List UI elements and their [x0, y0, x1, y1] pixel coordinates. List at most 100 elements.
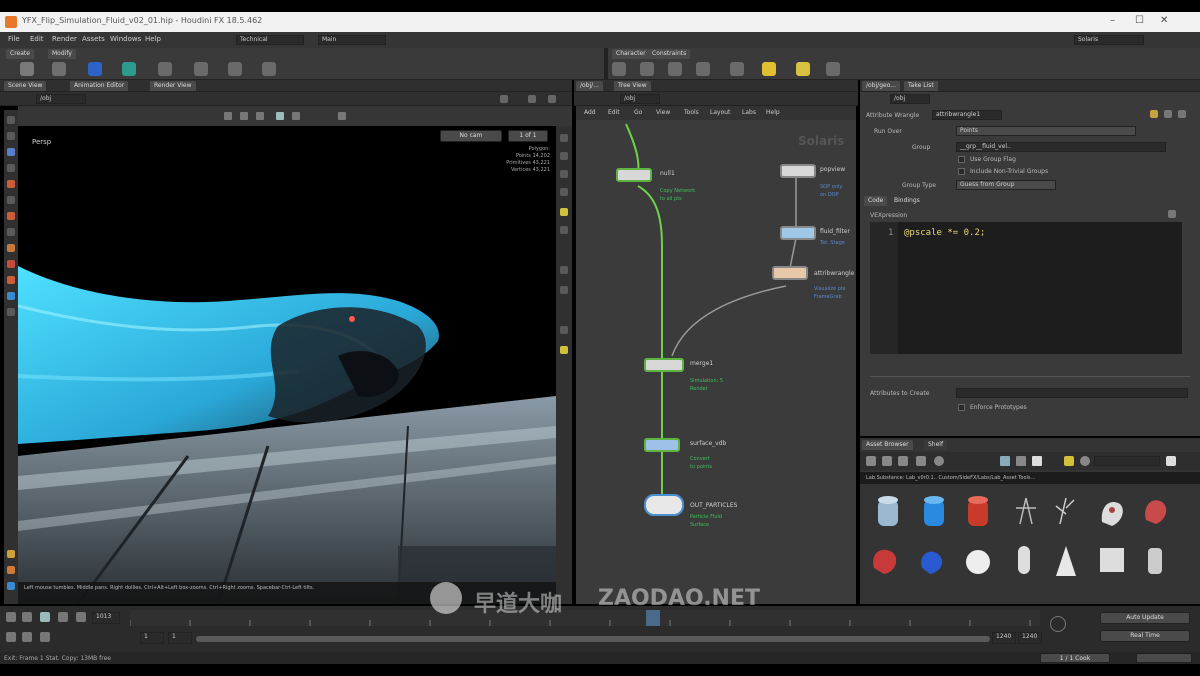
grid-icon[interactable]: [7, 228, 15, 236]
home-icon[interactable]: [866, 456, 876, 466]
light-display-icon[interactable]: [560, 208, 568, 216]
spot-light-tool-icon[interactable]: [796, 62, 810, 76]
menu-help[interactable]: Help: [145, 35, 161, 43]
large-view-icon[interactable]: [1032, 456, 1042, 466]
checkbox[interactable]: [958, 404, 965, 411]
desktop-select[interactable]: Technical: [236, 35, 304, 45]
background-icon[interactable]: [7, 582, 15, 590]
wireframe-icon[interactable]: [560, 152, 568, 160]
snap-tool-icon[interactable]: [292, 112, 300, 120]
scene-viewport[interactable]: Persp No cam 1 of 1 Polygon: Points 14,2…: [18, 126, 556, 604]
network-editor[interactable]: Add Edit Go View Tools Layout Labs Help …: [576, 106, 856, 604]
checkbox[interactable]: [958, 168, 965, 175]
bg-icon[interactable]: [560, 346, 568, 354]
gear-icon[interactable]: [1164, 110, 1172, 118]
node-fluid-filter[interactable]: [780, 226, 816, 240]
folder-icon[interactable]: [882, 456, 892, 466]
view-icon[interactable]: [7, 196, 15, 204]
node-attribwrangle[interactable]: [772, 266, 808, 280]
circle-tool-icon[interactable]: [262, 62, 276, 76]
key-dial-icon[interactable]: [1050, 616, 1066, 632]
menu-edit[interactable]: Edit: [30, 35, 44, 43]
brush-icon[interactable]: [898, 456, 908, 466]
menu-assets[interactable]: Assets: [82, 35, 105, 43]
shading-icon[interactable]: [560, 134, 568, 142]
sphere-tool-icon[interactable]: [52, 62, 66, 76]
grid-view-icon[interactable]: [1016, 456, 1026, 466]
select-tool-icon[interactable]: [224, 112, 232, 120]
maximize-button[interactable]: ☐: [1135, 15, 1144, 26]
refresh-icon[interactable]: [916, 456, 926, 466]
ghost-icon[interactable]: [560, 170, 568, 178]
prev-key-icon[interactable]: [22, 612, 32, 622]
first-frame-icon[interactable]: [6, 612, 16, 622]
vex-code-editor[interactable]: @pscale *= 0.2;: [898, 222, 1182, 354]
camera-icon[interactable]: [7, 292, 15, 300]
last-frame-icon[interactable]: [76, 612, 86, 622]
template-icon[interactable]: [560, 286, 568, 294]
camera-menu-button[interactable]: No cam: [440, 130, 502, 142]
shelf-tab-constraints[interactable]: Constraints: [648, 49, 691, 59]
brush-icon[interactable]: [7, 180, 15, 188]
tab-network[interactable]: /obj/...: [576, 81, 603, 91]
handle-icon[interactable]: [7, 164, 15, 172]
uv-icon[interactable]: [560, 266, 568, 274]
star-icon[interactable]: [1064, 456, 1074, 466]
asset-search-input[interactable]: [1094, 456, 1160, 466]
settings-icon[interactable]: [934, 456, 944, 466]
viewer-path-field[interactable]: /obj: [36, 94, 86, 104]
light-tool-icon[interactable]: [762, 62, 776, 76]
start-frame-field[interactable]: 1: [140, 632, 164, 644]
muscle-tool-icon[interactable]: [730, 62, 744, 76]
capture-tool-icon[interactable]: [696, 62, 710, 76]
cook-status-button[interactable]: 1 / 1 Cook: [1040, 653, 1110, 663]
range-slider[interactable]: [196, 636, 990, 642]
render-region-icon[interactable]: [7, 276, 15, 284]
list-view-icon[interactable]: [1000, 456, 1010, 466]
camera-tool-icon[interactable]: [826, 62, 840, 76]
paint-icon[interactable]: [7, 244, 15, 252]
node-null1[interactable]: [616, 168, 652, 182]
real-time-button[interactable]: Real Time: [1100, 630, 1190, 642]
auto-update-button[interactable]: Auto Update: [1100, 612, 1190, 624]
rotate-tool-icon[interactable]: [256, 112, 264, 120]
pose-tool-icon[interactable]: [668, 62, 682, 76]
search-icon[interactable]: [1080, 456, 1090, 466]
snapping-icon[interactable]: [7, 212, 15, 220]
context-select[interactable]: Solaris: [1074, 35, 1144, 45]
group-type-select[interactable]: Guess from Group: [956, 180, 1056, 190]
current-frame-field[interactable]: 1013: [92, 612, 120, 624]
tab-shelf[interactable]: Shelf: [924, 440, 948, 450]
tab-tree-view[interactable]: Tree View: [614, 81, 651, 91]
menu-windows[interactable]: Windows: [110, 35, 141, 43]
subtab-code[interactable]: Code: [864, 196, 888, 206]
box-tool-icon[interactable]: [20, 62, 34, 76]
tab-scene-view[interactable]: Scene View: [4, 81, 47, 91]
start-frame-field-2[interactable]: 1: [168, 632, 192, 644]
user-icon[interactable]: [1166, 456, 1176, 466]
display-tool-icon[interactable]: [276, 112, 284, 120]
reference-icon[interactable]: [560, 326, 568, 334]
rig-tool-icon[interactable]: [640, 62, 654, 76]
menu-render[interactable]: Render: [52, 35, 77, 43]
tube-tool-icon[interactable]: [88, 62, 102, 76]
display-options-button[interactable]: 1 of 1: [508, 130, 548, 142]
normals-icon[interactable]: [560, 226, 568, 234]
help-icon[interactable]: [1150, 110, 1158, 118]
pin-icon[interactable]: [500, 95, 508, 103]
keys-icon[interactable]: [22, 632, 32, 642]
record-icon[interactable]: [7, 260, 15, 268]
tab-asset-browser[interactable]: Asset Browser: [862, 440, 913, 450]
end-frame-field[interactable]: 1240: [992, 632, 1016, 644]
build-select[interactable]: Main: [318, 35, 386, 45]
channels-icon[interactable]: [40, 632, 50, 642]
shelf-tab-modify[interactable]: Modify: [48, 49, 76, 59]
subtab-bindings[interactable]: Bindings: [890, 196, 924, 206]
node-surface-vdb[interactable]: [644, 438, 680, 452]
point-display-icon[interactable]: [560, 188, 568, 196]
expand-editor-icon[interactable]: [1168, 210, 1176, 218]
line-tool-icon[interactable]: [228, 62, 242, 76]
params-path-field[interactable]: /obj: [890, 94, 930, 104]
null-tool-icon[interactable]: [194, 62, 208, 76]
group-field[interactable]: __grp__fluid_vel..: [956, 142, 1166, 152]
